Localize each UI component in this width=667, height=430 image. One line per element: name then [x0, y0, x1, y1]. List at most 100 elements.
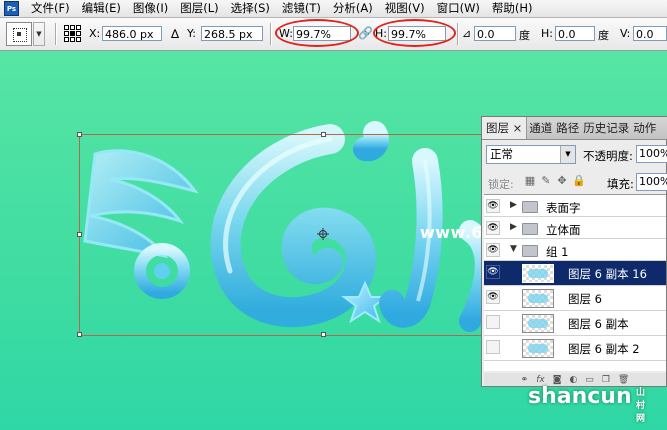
layer-thumbnail — [522, 314, 554, 333]
transform-handle[interactable] — [77, 232, 82, 237]
layer-row[interactable]: 👁 ▼ 组 1 — [484, 239, 666, 261]
layer-name: 表面字 — [546, 201, 581, 215]
chevron-down-icon[interactable]: ▼ — [33, 22, 45, 46]
crosshair-icon[interactable] — [317, 228, 329, 240]
menu-image[interactable]: 图像(I) — [127, 0, 174, 17]
panel-tabs: 图层 × 通道 路径 历史记录 动作 — [482, 117, 667, 140]
trash-icon[interactable]: 🗑 — [618, 375, 629, 385]
chevron-down-icon[interactable]: ▼ — [560, 146, 575, 163]
blend-mode-select[interactable]: 正常 ▼ — [486, 145, 576, 164]
lock-brush-icon[interactable]: ✎ — [540, 175, 552, 187]
layer-row[interactable]: 图层 6 副本 — [484, 311, 666, 336]
menu-filter[interactable]: 滤镜(T) — [276, 0, 327, 17]
transform-handle[interactable] — [77, 132, 82, 137]
x-position-field[interactable]: 486.0 px — [102, 26, 162, 41]
lock-row: 锁定: ▦ ✎ ✥ 🔒 填充: 100% — [486, 173, 667, 191]
menu-window[interactable]: 窗口(W) — [431, 0, 486, 17]
fill-field[interactable]: 100% — [636, 173, 667, 191]
layer-row[interactable]: 👁 图层 6 副本 16 — [484, 261, 666, 286]
site-watermark-text: shancun — [528, 384, 632, 409]
delta-icon: ∆ — [171, 27, 180, 41]
tab-history[interactable]: 历史记录 — [581, 117, 631, 139]
layer-thumbnail — [522, 289, 554, 308]
fill-label: 填充: — [607, 177, 634, 191]
mask-icon[interactable]: ◙ — [553, 375, 562, 385]
divider — [55, 23, 57, 45]
layer-row[interactable]: 👁 图层 6 — [484, 286, 666, 311]
menu-help[interactable]: 帮助(H) — [486, 0, 539, 17]
fx-icon[interactable]: fx — [536, 375, 545, 385]
divider — [457, 23, 459, 45]
layer-thumbnail — [522, 339, 554, 358]
y-label: Y: — [187, 27, 196, 40]
layer-name: 组 1 — [546, 245, 569, 259]
transform-handle[interactable] — [321, 332, 326, 337]
link-layers-icon[interactable]: ⚭ — [521, 375, 529, 385]
site-watermark-cn: 山村网 — [636, 388, 646, 424]
opacity-label: 不透明度: — [583, 149, 633, 163]
divider — [270, 23, 272, 45]
layer-row[interactable]: 图层 6 副本 2 — [484, 336, 666, 361]
link-icon[interactable]: 🔗 — [358, 26, 373, 40]
tab-paths[interactable]: 路径 — [554, 117, 581, 139]
h-skew-unit: 度 — [598, 29, 609, 42]
h-skew-field[interactable]: 0.0 — [555, 26, 595, 41]
folder-icon — [522, 223, 538, 235]
photoshop-logo: Ps — [4, 1, 19, 16]
center-point-icon — [17, 32, 21, 36]
visibility-toggle-empty[interactable] — [486, 315, 500, 329]
new-layer-icon[interactable]: ❐ — [602, 375, 610, 385]
visibility-toggle-empty[interactable] — [486, 340, 500, 354]
v-skew-field[interactable]: 0.0 — [633, 26, 667, 41]
eye-icon[interactable]: 👁 — [486, 265, 500, 279]
menu-file[interactable]: 文件(F) — [25, 0, 76, 17]
v-skew-label: V: — [620, 27, 631, 40]
eye-icon[interactable]: 👁 — [486, 243, 500, 257]
transform-handle[interactable] — [77, 332, 82, 337]
adjustment-icon[interactable]: ◐ — [569, 375, 577, 385]
lock-all-icon[interactable]: 🔒 — [572, 175, 586, 187]
h-skew-label: H: — [541, 27, 553, 40]
menu-select[interactable]: 选择(S) — [225, 0, 276, 17]
new-group-icon[interactable]: ▭ — [585, 375, 594, 385]
folder-icon — [522, 201, 538, 213]
menu-view[interactable]: 视图(V) — [379, 0, 431, 17]
layer-name: 图层 6 — [568, 292, 602, 306]
menu-analysis[interactable]: 分析(A) — [327, 0, 379, 17]
y-position-field[interactable]: 268.5 px — [201, 26, 263, 41]
options-bar: ▼ X: 486.0 px ∆ Y: 268.5 px W: 99.7% 🔗 H… — [0, 18, 667, 51]
opacity-field[interactable]: 100% — [636, 145, 667, 163]
highlight-circle-width — [275, 19, 359, 47]
transform-handle[interactable] — [321, 132, 326, 137]
reference-point-grid[interactable] — [64, 25, 81, 42]
rotation-field[interactable]: 0.0 — [474, 26, 516, 41]
menu-bar: Ps 文件(F) 编辑(E) 图像(I) 图层(L) 选择(S) 滤镜(T) 分… — [0, 0, 667, 18]
lock-label: 锁定: — [488, 178, 514, 191]
layer-thumbnail — [522, 264, 554, 283]
layers-list: 👁 ▶ 表面字 👁 ▶ 立体面 👁 ▼ 组 1 👁 图层 6 副本 16 👁 图… — [484, 194, 666, 371]
tab-layers[interactable]: 图层 × — [482, 117, 528, 139]
folder-icon — [522, 245, 538, 257]
eye-icon[interactable]: 👁 — [486, 221, 500, 235]
layer-row[interactable]: 👁 ▶ 立体面 — [484, 217, 666, 239]
menu-edit[interactable]: 编辑(E) — [76, 0, 127, 17]
angle-icon: ⊿ — [462, 27, 472, 40]
lock-move-icon[interactable]: ✥ — [556, 175, 568, 187]
chevron-down-icon[interactable]: ▼ — [510, 244, 517, 254]
tab-actions[interactable]: 动作 — [631, 117, 658, 139]
layer-row[interactable]: 👁 ▶ 表面字 — [484, 195, 666, 217]
chevron-right-icon[interactable]: ▶ — [510, 200, 517, 210]
tool-preset-picker[interactable] — [6, 22, 32, 46]
layer-name: 图层 6 副本 — [568, 317, 629, 331]
lock-transparency-icon[interactable]: ▦ — [524, 175, 536, 187]
x-label: X: — [89, 27, 101, 40]
tab-channels[interactable]: 通道 — [527, 117, 554, 139]
eye-icon[interactable]: 👁 — [486, 199, 500, 213]
menu-layer[interactable]: 图层(L) — [174, 0, 224, 17]
chevron-right-icon[interactable]: ▶ — [510, 222, 517, 232]
layer-name: 立体面 — [546, 223, 581, 237]
highlight-circle-height — [373, 19, 456, 47]
blend-mode-value: 正常 — [490, 147, 513, 161]
eye-icon[interactable]: 👁 — [486, 290, 500, 304]
layer-name: 图层 6 副本 2 — [568, 342, 640, 356]
